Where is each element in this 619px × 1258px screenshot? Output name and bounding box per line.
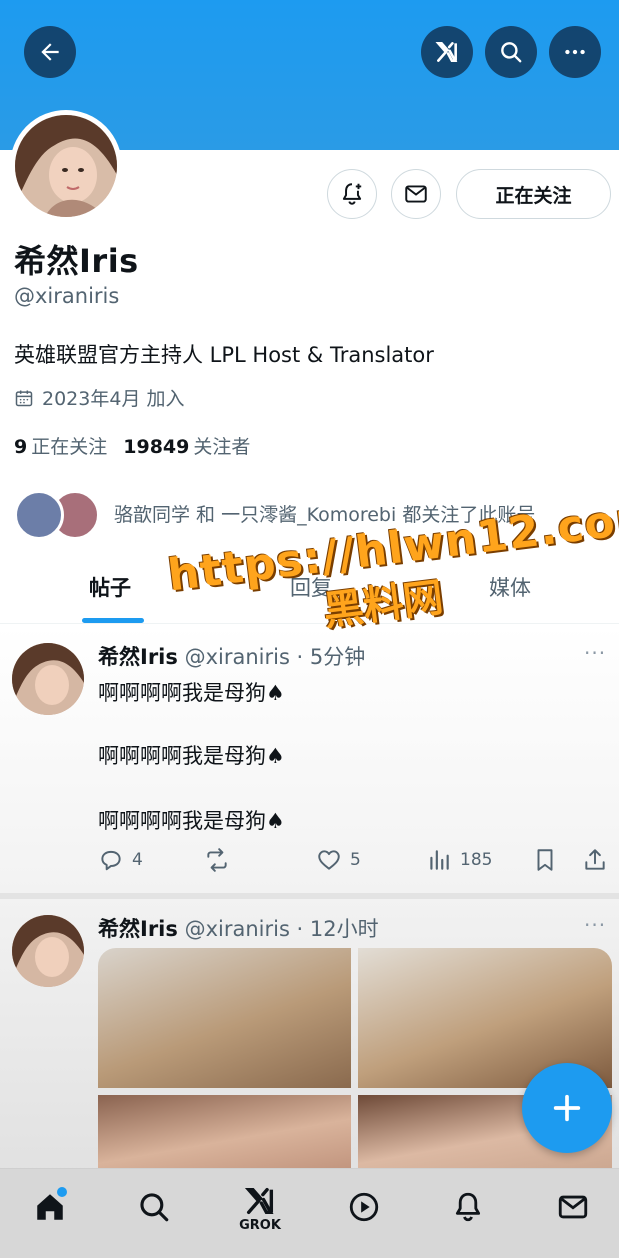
search-icon <box>501 42 522 63</box>
message-button[interactable] <box>391 169 441 219</box>
post-header: 希然Iris @xiraniris · 12小时 <box>98 913 379 943</box>
grok-button[interactable] <box>421 26 473 78</box>
post-text-line: 啊啊啊啊我是母狗♠ <box>98 809 285 833</box>
analytics-icon <box>430 850 449 870</box>
following-button[interactable]: 正在关注 <box>456 169 611 219</box>
view-count: 185 <box>460 850 493 870</box>
join-date-label: 2023年4月 加入 <box>42 388 185 410</box>
play-icon <box>349 1192 379 1222</box>
post-text-line: 啊啊啊啊我是母狗♠ <box>98 744 285 768</box>
nav-grok[interactable] <box>238 1179 282 1223</box>
mutual-followers-text[interactable]: 骆歆同学 和 一只澪酱_Komorebi 都关注了此账号 <box>114 500 535 527</box>
bookmark-icon <box>537 849 553 871</box>
bell-plus-icon <box>342 183 362 205</box>
bookmark-button[interactable] <box>532 847 558 873</box>
following-count: 9 <box>14 436 28 458</box>
bell-icon <box>455 1192 481 1222</box>
post-actions: 4 5 185 <box>98 847 610 877</box>
post-author[interactable]: 希然Iris <box>98 917 178 941</box>
grok-icon <box>435 42 458 62</box>
followers-count: 19849 <box>123 436 190 458</box>
mail-icon <box>558 1195 588 1219</box>
grok-nav-label: GROK <box>239 1218 281 1233</box>
search-button[interactable] <box>485 26 537 78</box>
followers-link[interactable]: 19849 关注者 <box>123 432 250 459</box>
profile-bio: 英雄联盟官方主持人 LPL Host & Translator <box>14 343 434 367</box>
join-date: 2023年4月 加入 <box>14 384 184 411</box>
follow-counts: 9 正在关注 19849 关注者 <box>14 432 250 459</box>
profile-handle: @xiraniris <box>14 284 120 308</box>
more-button[interactable] <box>549 26 601 78</box>
notify-button[interactable] <box>327 169 377 219</box>
profile-tabs: 帖子 回复 媒体 <box>0 556 619 624</box>
post[interactable]: 希然Iris @xiraniris · 5分钟 ··· 啊啊啊啊我是母狗♠ 啊啊… <box>0 625 619 893</box>
nav-video[interactable] <box>342 1185 386 1229</box>
post-header: 希然Iris @xiraniris · 5分钟 <box>98 641 365 671</box>
active-tab-indicator <box>82 618 144 623</box>
notification-dot <box>57 1187 67 1197</box>
nav-search[interactable] <box>132 1185 176 1229</box>
post-more-icon[interactable]: ··· <box>584 641 606 665</box>
display-name: 希然Iris <box>14 242 139 280</box>
post-author[interactable]: 希然Iris <box>98 645 178 669</box>
avatar[interactable] <box>12 915 84 987</box>
more-horizontal-icon <box>565 49 585 55</box>
repost-icon <box>207 848 227 872</box>
post-media-grid <box>98 948 612 1188</box>
tab-replies[interactable]: 回复 <box>290 572 332 602</box>
calendar-icon <box>15 390 33 406</box>
like-count: 5 <box>350 850 361 870</box>
bottom-nav <box>0 1168 619 1258</box>
mutual-avatars[interactable] <box>14 490 104 540</box>
reply-count: 4 <box>132 850 143 870</box>
avatar <box>14 490 64 540</box>
share-button[interactable] <box>582 847 608 873</box>
post-meta: @xiraniris · 12小时 <box>184 917 379 941</box>
tab-media[interactable]: 媒体 <box>489 572 531 602</box>
following-link[interactable]: 9 正在关注 <box>14 432 107 459</box>
nav-home[interactable] <box>28 1185 72 1229</box>
views-button[interactable]: 185 <box>426 847 492 873</box>
search-icon <box>140 1193 169 1222</box>
following-label: 正在关注 <box>31 436 108 458</box>
nav-messages[interactable] <box>551 1185 595 1229</box>
share-icon <box>585 849 605 870</box>
compose-button[interactable] <box>522 1063 612 1153</box>
tab-posts[interactable]: 帖子 <box>89 572 131 602</box>
arrow-left-icon <box>41 43 59 61</box>
post-meta: @xiraniris · 5分钟 <box>184 645 366 669</box>
back-button[interactable] <box>24 26 76 78</box>
followers-label: 关注者 <box>193 436 251 458</box>
mail-icon <box>405 185 427 203</box>
avatar[interactable] <box>12 643 84 715</box>
post-text-line: 啊啊啊啊我是母狗♠ <box>98 681 285 705</box>
reply-button[interactable]: 4 <box>98 847 143 873</box>
media-image[interactable] <box>98 948 351 1088</box>
grok-icon <box>244 1187 274 1215</box>
reply-icon <box>101 850 121 871</box>
profile-avatar[interactable] <box>10 110 122 222</box>
nav-notifications[interactable] <box>446 1185 490 1229</box>
post-more-icon[interactable]: ··· <box>584 913 606 937</box>
plus-icon <box>553 1094 581 1122</box>
heart-icon <box>318 850 340 870</box>
like-button[interactable]: 5 <box>316 847 361 873</box>
repost-button[interactable] <box>204 847 238 873</box>
